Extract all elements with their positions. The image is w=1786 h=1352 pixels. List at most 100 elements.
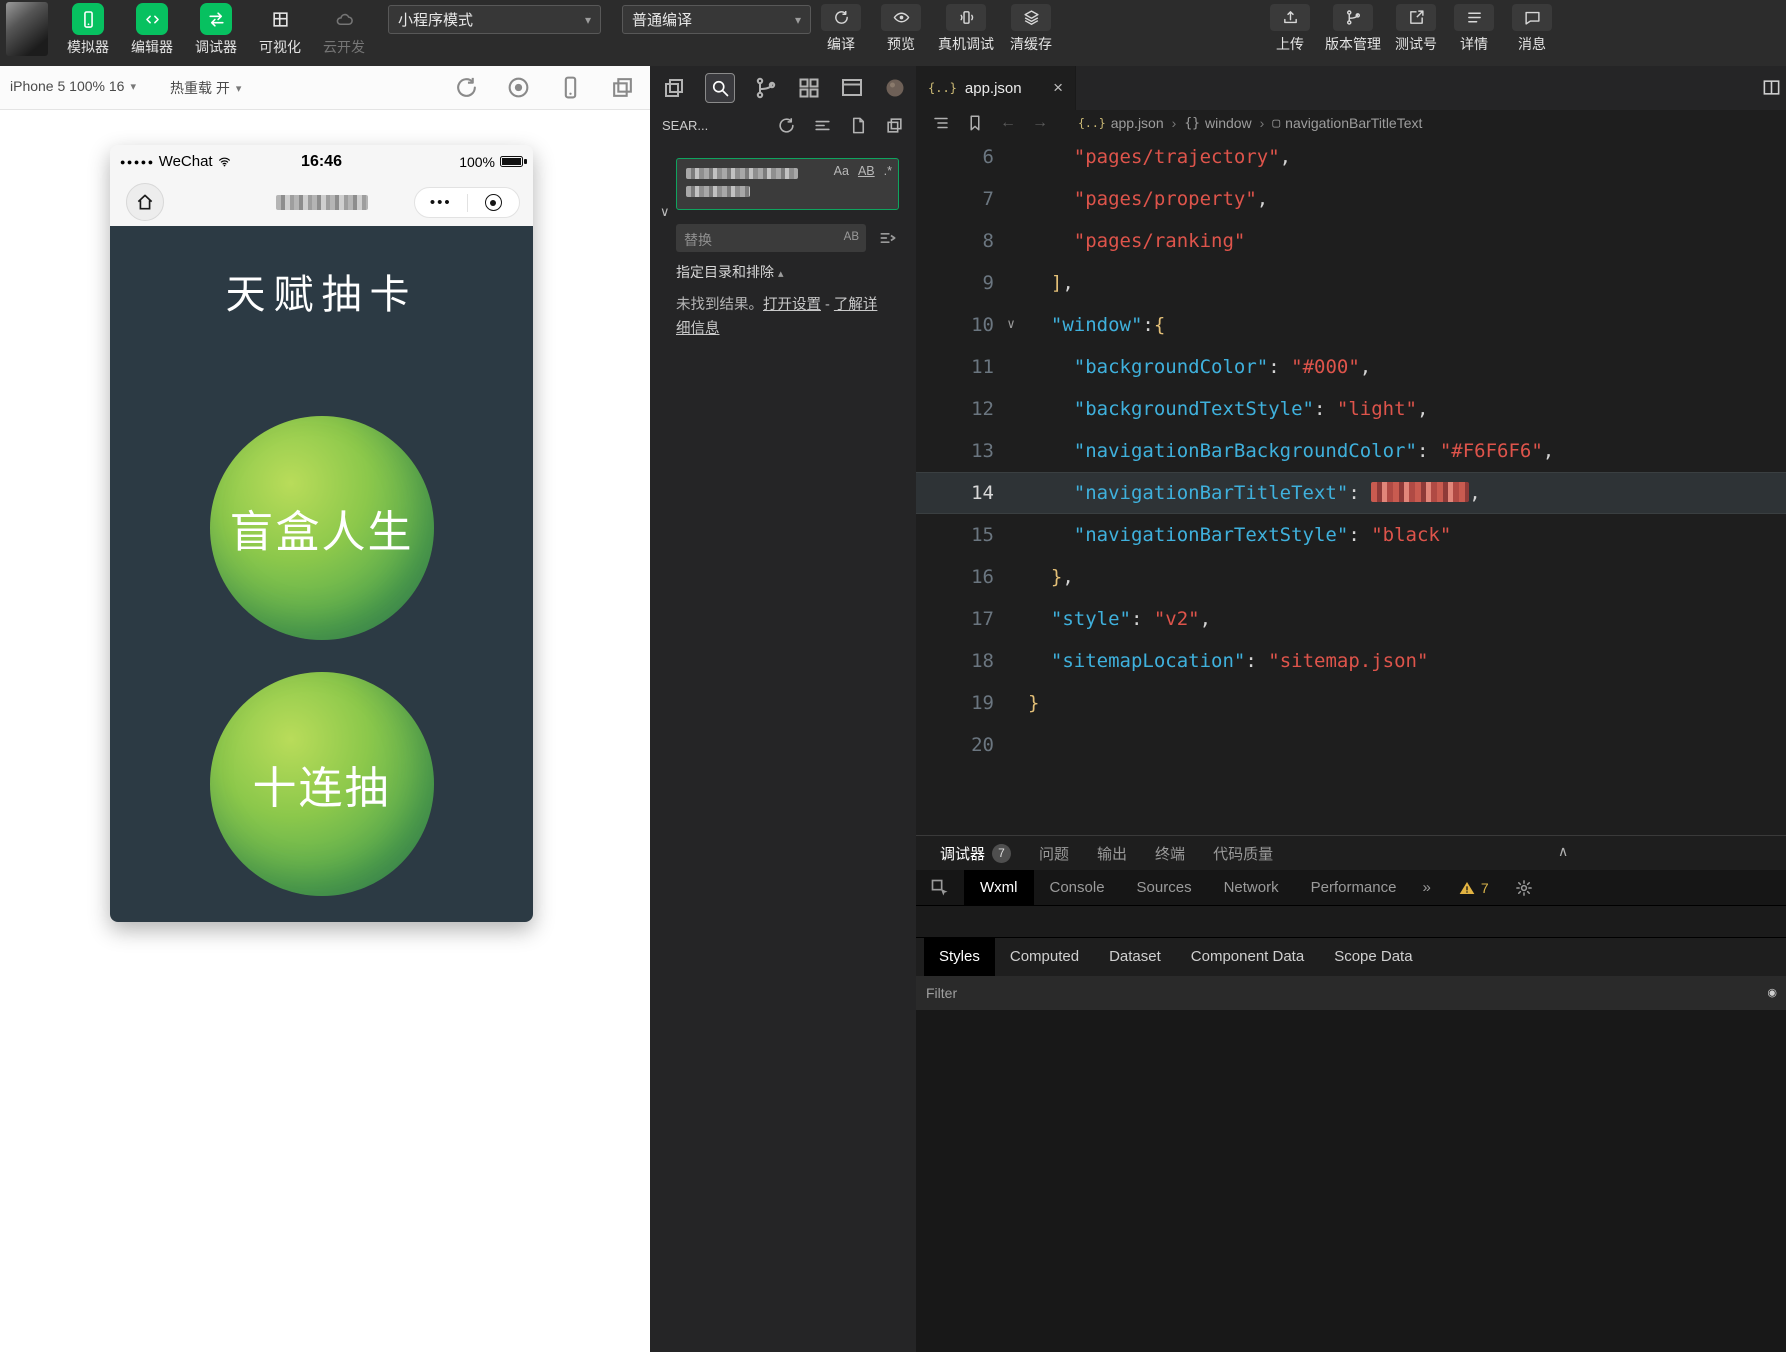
styles-tab-scope-data[interactable]: Scope Data xyxy=(1319,938,1427,976)
outline-icon[interactable] xyxy=(932,114,950,132)
replace-input[interactable]: 替换 AB xyxy=(676,224,866,252)
code-line[interactable]: 16 }, xyxy=(916,556,1786,598)
open-settings-link[interactable]: 打开设置 xyxy=(763,297,821,313)
tab-app-json[interactable]: {..} app.json × xyxy=(916,66,1076,110)
toolbar-button-compile[interactable]: 编译 xyxy=(818,4,864,54)
sphere-icon[interactable] xyxy=(883,76,907,100)
devtools-tab-sources[interactable]: Sources xyxy=(1121,870,1208,906)
code-line[interactable]: 19} xyxy=(916,682,1786,724)
debugger-tab-问题[interactable]: 问题 xyxy=(1039,843,1069,864)
code-line[interactable]: 6 "pages/trajectory", xyxy=(916,136,1786,178)
breadcrumb-item[interactable]: ▢navigationBarTitleText xyxy=(1272,115,1422,131)
styles-tab-styles[interactable]: Styles xyxy=(924,938,995,976)
close-icon[interactable]: × xyxy=(1053,78,1063,98)
files-include-exclude-toggle[interactable]: 指定目录和排除▴ xyxy=(676,262,784,282)
debugger-tab-代码质量[interactable]: 代码质量 xyxy=(1213,843,1273,864)
code-line[interactable]: 13 "navigationBarBackgroundColor": "#F6F… xyxy=(916,430,1786,472)
code-line[interactable]: 8 "pages/ranking" xyxy=(916,220,1786,262)
preview-window-icon[interactable] xyxy=(840,76,864,100)
source-control-icon[interactable] xyxy=(754,76,778,100)
debugger-tab-输出[interactable]: 输出 xyxy=(1097,843,1127,864)
simulator-toolbar: iPhone 5 100% 16 ▾ 热重载 开 ▾ xyxy=(0,66,650,110)
toolbar-button-simulator[interactable]: 模拟器 xyxy=(56,3,120,57)
breadcrumb-item[interactable]: {..}app.json xyxy=(1078,115,1164,131)
close-app-button[interactable] xyxy=(468,194,520,211)
code-line[interactable]: 12 "backgroundTextStyle": "light", xyxy=(916,388,1786,430)
styles-tab-computed[interactable]: Computed xyxy=(995,938,1094,976)
code-line[interactable]: 9 ], xyxy=(916,262,1786,304)
toggle-replace-chevron[interactable]: ∨ xyxy=(660,204,670,220)
toolbar-button-visualization[interactable]: 可视化 xyxy=(248,3,312,57)
replace-all-icon[interactable] xyxy=(878,228,898,248)
toolbar-button-real-device-debug[interactable]: 真机调试 xyxy=(938,4,994,54)
code-editor[interactable]: 6 "pages/trajectory",7 "pages/property",… xyxy=(916,136,1786,766)
fold-icon[interactable]: ∨ xyxy=(994,304,1028,346)
toolbar-button-preview[interactable]: 预览 xyxy=(878,4,924,54)
toolbar-button-clear-cache[interactable]: 清缓存 xyxy=(1008,4,1054,54)
code-line[interactable]: 10∨ "window":{ xyxy=(916,304,1786,346)
toolbar-button-messages[interactable]: 消息 xyxy=(1509,4,1555,54)
breadcrumb-item[interactable]: {}window xyxy=(1184,115,1251,131)
more-tabs-icon[interactable]: » xyxy=(1422,879,1430,896)
search-input[interactable]: Aa AB .* xyxy=(676,158,899,210)
search-icon[interactable] xyxy=(705,73,735,103)
more-menu-button[interactable]: ••• xyxy=(415,187,467,218)
preserve-case-icon[interactable]: AB xyxy=(844,231,859,243)
debugger-tab-调试器[interactable]: 调试器7 xyxy=(940,843,1011,864)
gacha-button-ten-pull[interactable]: 十连抽 xyxy=(210,672,434,896)
regex-icon[interactable]: .* xyxy=(884,164,892,178)
styles-tab-component-data[interactable]: Component Data xyxy=(1176,938,1319,976)
inspect-element-icon[interactable] xyxy=(930,878,950,898)
filter-options-icon[interactable]: ◉ xyxy=(1767,986,1777,999)
mode-dropdown[interactable]: 小程序模式 ▾ xyxy=(388,5,601,34)
toolbar-button-upload[interactable]: 上传 xyxy=(1267,4,1313,54)
toolbar-button-details[interactable]: 详情 xyxy=(1451,4,1497,54)
code-line[interactable]: 18 "sitemapLocation": "sitemap.json" xyxy=(916,640,1786,682)
toolbar-button-debugger[interactable]: 调试器 xyxy=(184,3,248,57)
code-line[interactable]: 17 "style": "v2", xyxy=(916,598,1786,640)
extensions-icon[interactable] xyxy=(797,76,821,100)
user-avatar[interactable] xyxy=(6,2,48,56)
filter-bar[interactable]: Filter ◉ xyxy=(916,976,1786,1010)
toolbar-button-version-control[interactable]: 版本管理 xyxy=(1325,4,1381,54)
rotate-icon[interactable] xyxy=(454,75,479,100)
clear-results-icon[interactable] xyxy=(813,116,832,135)
device-icon[interactable] xyxy=(558,75,583,100)
code-line[interactable]: 14 "navigationBarTitleText": , xyxy=(916,472,1786,514)
collapse-panel-icon[interactable]: ∧ xyxy=(1558,843,1568,860)
forward-icon[interactable]: → xyxy=(1032,114,1048,132)
devtools-tab-performance[interactable]: Performance xyxy=(1295,870,1413,906)
devtools-tab-console[interactable]: Console xyxy=(1034,870,1121,906)
gacha-button-blind-box[interactable]: 盲盒人生 xyxy=(210,416,434,640)
code-line[interactable]: 11 "backgroundColor": "#000", xyxy=(916,346,1786,388)
hot-reload-toggle[interactable]: 热重载 开 ▾ xyxy=(170,78,241,98)
bookmark-icon[interactable] xyxy=(966,114,984,132)
files-icon[interactable] xyxy=(662,76,686,100)
toolbar-button-editor[interactable]: 编辑器 xyxy=(120,3,184,57)
new-search-editor-icon[interactable] xyxy=(849,116,868,135)
devtools-tab-wxml[interactable]: Wxml xyxy=(964,870,1034,906)
gear-icon[interactable] xyxy=(1515,879,1533,897)
split-editor-icon[interactable] xyxy=(1762,78,1781,97)
toolbar-button-cloud-dev[interactable]: 云开发 xyxy=(312,3,376,57)
multi-window-icon[interactable] xyxy=(610,75,635,100)
home-button[interactable] xyxy=(126,183,164,221)
styles-tab-dataset[interactable]: Dataset xyxy=(1094,938,1176,976)
code-line[interactable]: 15 "navigationBarTextStyle": "black" xyxy=(916,514,1786,556)
device-selector[interactable]: iPhone 5 100% 16 ▾ xyxy=(10,78,136,94)
compile-mode-dropdown[interactable]: 普通编译 ▾ xyxy=(622,5,811,34)
back-icon[interactable]: ← xyxy=(1000,114,1016,132)
toolbar-button-test-account[interactable]: 测试号 xyxy=(1393,4,1439,54)
devwave-icon xyxy=(958,9,975,26)
code-line[interactable]: 20 xyxy=(916,724,1786,766)
collapse-icon[interactable] xyxy=(885,116,904,135)
record-icon[interactable] xyxy=(506,75,531,100)
whole-word-icon[interactable]: AB xyxy=(858,164,875,178)
line-number: 12 xyxy=(916,388,994,430)
debugger-tab-终端[interactable]: 终端 xyxy=(1155,843,1185,864)
devtools-tab-network[interactable]: Network xyxy=(1208,870,1295,906)
code-line[interactable]: 7 "pages/property", xyxy=(916,178,1786,220)
match-case-icon[interactable]: Aa xyxy=(834,164,849,178)
warnings-indicator[interactable]: 7 xyxy=(1459,880,1489,896)
refresh-icon[interactable] xyxy=(777,116,796,135)
